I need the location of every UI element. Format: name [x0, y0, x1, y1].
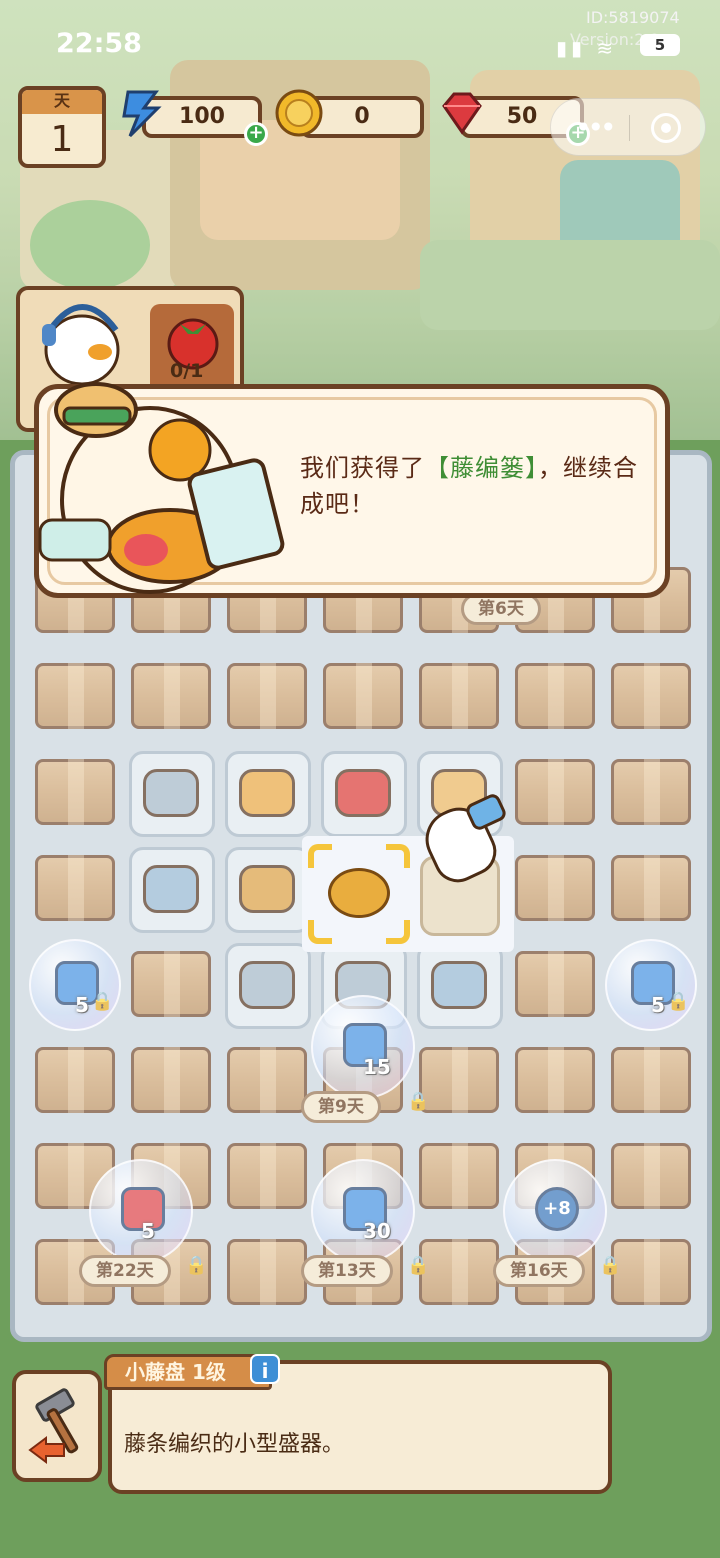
day-counter: 天 1 — [18, 86, 106, 168]
close-miniprogram-icon[interactable] — [651, 113, 681, 143]
player-id: ID:5819074 — [586, 8, 680, 27]
day-value: 1 — [50, 119, 74, 160]
battery-icon: 5 — [640, 34, 680, 56]
hammer-tool-button[interactable] — [12, 1370, 102, 1482]
selection-corner — [386, 920, 410, 944]
status-bar: 22:58 ID:5819074 Version:2.9 ▮▮ ≋ 5 — [0, 0, 720, 80]
hammer-icon — [28, 1388, 79, 1464]
energy-value: 100 — [179, 104, 225, 129]
day-label: 天 — [22, 90, 102, 114]
signal-wifi-icon: ▮▮ ≋ — [556, 36, 618, 60]
add-energy-button[interactable]: + — [244, 122, 268, 146]
item-description: 藤条编织的小型盛器。 — [124, 1432, 345, 1457]
more-menu-icon[interactable]: ••• — [575, 111, 616, 144]
selection-corner — [308, 920, 332, 944]
dialog-item-name: 【藤编篓】 — [425, 454, 538, 482]
energy-icon — [122, 90, 162, 138]
dialog-text-before: 我们获得了 — [300, 454, 425, 482]
coin-icon — [275, 89, 323, 137]
selection-corner — [308, 844, 332, 868]
item-name-tab: 小藤盘 1级 — [104, 1354, 272, 1390]
selection-corner — [386, 844, 410, 868]
chef-duck-mascot-icon — [38, 382, 285, 594]
miniprogram-capsule: ••• — [550, 98, 706, 156]
dialog-message: 我们获得了【藤编篓】，继续合成吧！ — [300, 450, 640, 522]
gem-value: 50 — [506, 104, 538, 129]
coin-value: 0 — [354, 104, 370, 129]
gem-icon — [442, 92, 482, 135]
item-info-button[interactable]: i — [250, 1354, 280, 1384]
rattan-tray-icon — [328, 868, 390, 918]
clock: 22:58 — [56, 28, 142, 59]
